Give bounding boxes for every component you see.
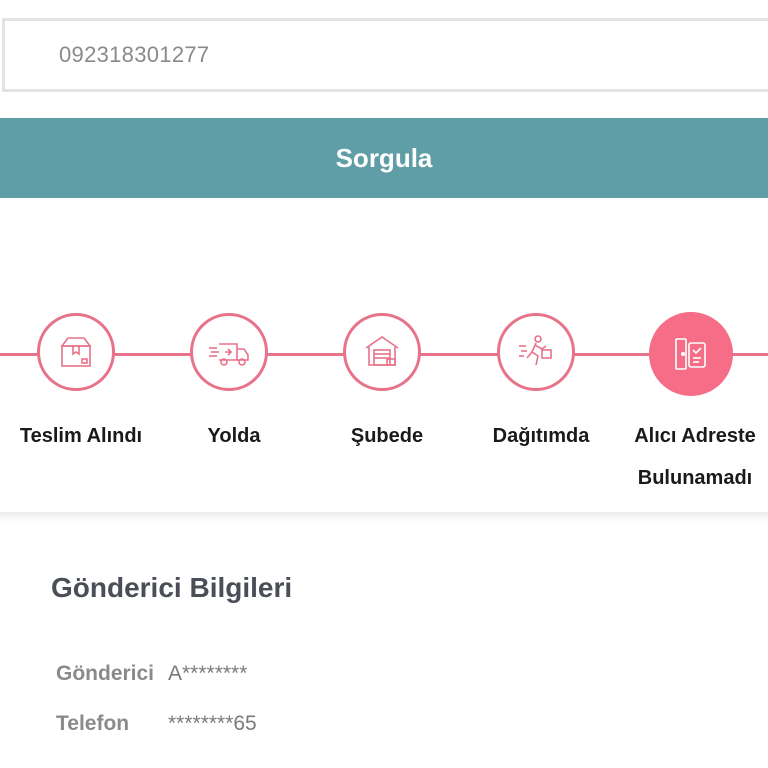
step-dagitimda bbox=[497, 313, 575, 391]
sender-value: A******** bbox=[168, 662, 248, 685]
sender-section-title: Gönderici Bilgileri bbox=[51, 572, 293, 603]
phone-value: ********65 bbox=[168, 712, 257, 735]
step-label-yolda: Yolda bbox=[207, 425, 261, 447]
section-divider bbox=[0, 512, 768, 522]
step-label-line2: Bulunamadı bbox=[637, 467, 753, 489]
tracking-page: Sorgula Teslim Alındı bbox=[0, 0, 768, 768]
step-subede bbox=[343, 313, 421, 391]
tracking-number-input[interactable] bbox=[2, 18, 768, 92]
warehouse-icon bbox=[362, 332, 402, 372]
step-label-dagitimda: Dağıtımda bbox=[492, 425, 590, 447]
step-yolda bbox=[190, 313, 268, 391]
step-label-line1: Alıcı Adreste bbox=[634, 425, 756, 447]
phone-door-icon bbox=[670, 333, 712, 375]
step-alici-adreste-bulunamadi bbox=[649, 312, 733, 396]
courier-running-icon bbox=[516, 332, 556, 372]
package-box-icon bbox=[56, 332, 96, 372]
step-label-alici-adreste-bulunamadi: Alıcı Adreste Bulunamadı bbox=[620, 415, 768, 499]
delivery-truck-icon bbox=[207, 332, 251, 372]
query-button[interactable]: Sorgula bbox=[0, 118, 768, 198]
step-teslim-alindi bbox=[37, 313, 115, 391]
step-label-subede: Şubede bbox=[350, 425, 424, 447]
sender-key: Gönderici bbox=[56, 662, 155, 685]
phone-key: Telefon bbox=[56, 712, 130, 735]
step-label-teslim-alindi: Teslim Alındı bbox=[19, 425, 143, 447]
